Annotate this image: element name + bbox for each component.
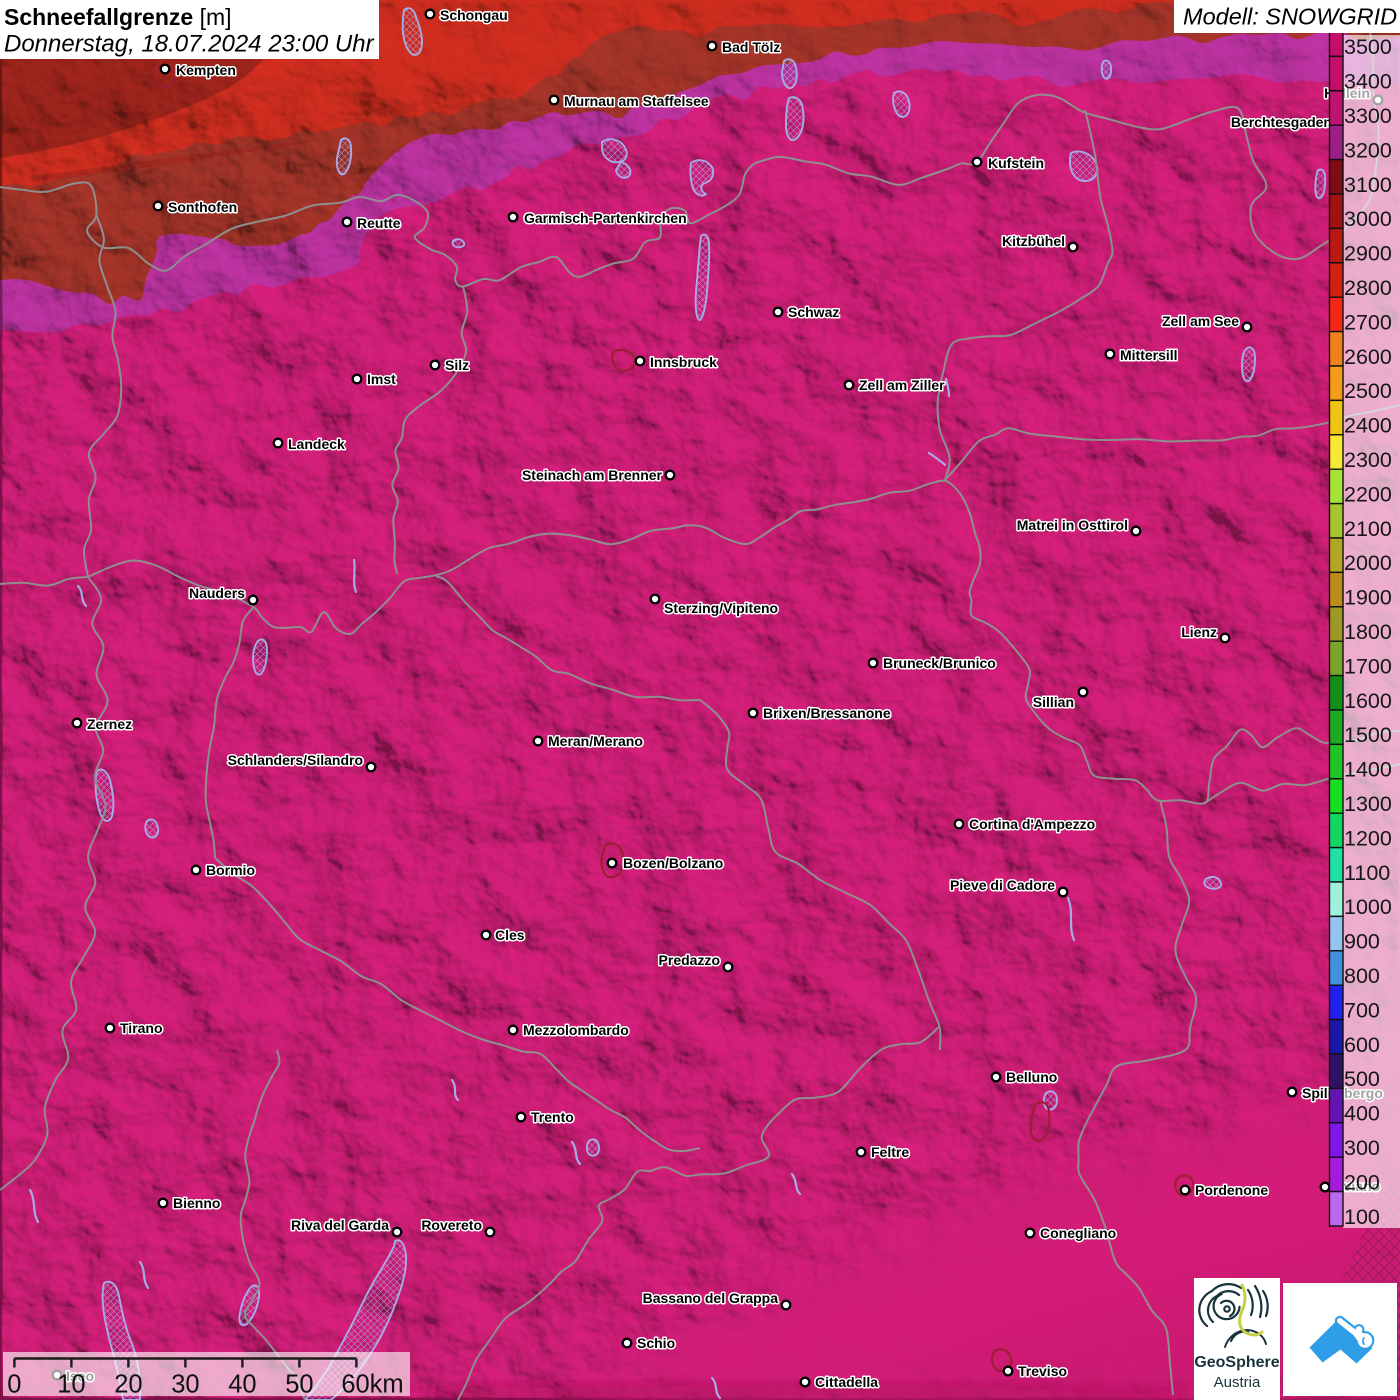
svg-text:Cles: Cles bbox=[495, 927, 525, 943]
svg-text:1100: 1100 bbox=[1344, 861, 1390, 885]
svg-text:2900: 2900 bbox=[1344, 242, 1392, 266]
svg-text:Bienno: Bienno bbox=[173, 1195, 220, 1211]
svg-text:Garmisch-Partenkirchen: Garmisch-Partenkirchen bbox=[524, 210, 687, 226]
svg-text:1200: 1200 bbox=[1344, 826, 1392, 850]
svg-text:Silz: Silz bbox=[445, 357, 469, 373]
svg-text:Kempten: Kempten bbox=[176, 62, 236, 78]
svg-text:Nauders: Nauders bbox=[189, 585, 245, 601]
svg-text:Bozen/Bolzano: Bozen/Bolzano bbox=[623, 855, 723, 871]
svg-text:2100: 2100 bbox=[1344, 517, 1392, 541]
svg-text:60km: 60km bbox=[341, 1371, 403, 1399]
svg-text:Schwaz: Schwaz bbox=[788, 304, 839, 320]
svg-text:Matrei in Osttirol: Matrei in Osttirol bbox=[1017, 517, 1128, 533]
svg-text:Sillian: Sillian bbox=[1033, 694, 1074, 710]
svg-text:Schneefallgrenze [m]: Schneefallgrenze [m] bbox=[4, 4, 232, 30]
svg-text:2600: 2600 bbox=[1344, 345, 1392, 369]
svg-text:Predazzo: Predazzo bbox=[659, 952, 720, 968]
svg-text:Sonthofen: Sonthofen bbox=[168, 199, 237, 215]
svg-text:Sterzing/Vipiteno: Sterzing/Vipiteno bbox=[664, 600, 778, 616]
svg-text:Brixen/Bressanone: Brixen/Bressanone bbox=[763, 705, 891, 721]
svg-text:Schlanders/Silandro: Schlanders/Silandro bbox=[228, 752, 363, 768]
svg-text:3300: 3300 bbox=[1344, 104, 1392, 128]
svg-text:Kufstein: Kufstein bbox=[988, 155, 1044, 171]
svg-text:40: 40 bbox=[228, 1371, 256, 1399]
svg-text:100: 100 bbox=[1344, 1205, 1380, 1229]
svg-text:Zernez: Zernez bbox=[87, 716, 132, 732]
svg-text:2800: 2800 bbox=[1344, 276, 1392, 300]
svg-text:30: 30 bbox=[171, 1371, 199, 1399]
svg-text:Tirano: Tirano bbox=[120, 1020, 163, 1036]
svg-text:2400: 2400 bbox=[1344, 414, 1392, 438]
svg-text:1800: 1800 bbox=[1344, 620, 1392, 644]
svg-text:3000: 3000 bbox=[1344, 207, 1392, 231]
svg-text:Bruneck/Brunico: Bruneck/Brunico bbox=[883, 655, 996, 671]
svg-text:Feltre: Feltre bbox=[871, 1144, 909, 1160]
svg-text:Rovereto: Rovereto bbox=[421, 1217, 482, 1233]
svg-text:1700: 1700 bbox=[1344, 654, 1392, 678]
svg-text:Cortina d'Ampezzo: Cortina d'Ampezzo bbox=[969, 816, 1095, 832]
svg-text:2000: 2000 bbox=[1344, 551, 1392, 575]
svg-text:Murnau am Staffelsee: Murnau am Staffelsee bbox=[564, 93, 709, 109]
svg-text:2200: 2200 bbox=[1344, 482, 1392, 506]
svg-text:600: 600 bbox=[1344, 1033, 1380, 1057]
svg-text:2300: 2300 bbox=[1344, 448, 1392, 472]
svg-text:3100: 3100 bbox=[1344, 173, 1392, 197]
svg-text:GeoSphere: GeoSphere bbox=[1194, 1354, 1279, 1371]
svg-text:Innsbruck: Innsbruck bbox=[650, 354, 717, 370]
svg-text:Kitzbühel: Kitzbühel bbox=[1002, 233, 1065, 249]
svg-text:Donnerstag, 18.07.2024 23:00 U: Donnerstag, 18.07.2024 23:00 Uhr bbox=[4, 31, 375, 58]
svg-text:Belluno: Belluno bbox=[1006, 1069, 1057, 1085]
svg-text:Pieve di Cadore: Pieve di Cadore bbox=[950, 877, 1055, 893]
svg-text:Cittadella: Cittadella bbox=[815, 1374, 878, 1390]
svg-text:Lienz: Lienz bbox=[1181, 624, 1217, 640]
svg-text:1300: 1300 bbox=[1344, 792, 1392, 816]
svg-text:Bassano del Grappa: Bassano del Grappa bbox=[643, 1290, 779, 1306]
svg-text:900: 900 bbox=[1344, 930, 1380, 954]
svg-text:1600: 1600 bbox=[1344, 689, 1392, 713]
svg-text:Schongau: Schongau bbox=[440, 7, 508, 23]
svg-text:Reutte: Reutte bbox=[357, 215, 401, 231]
svg-text:300: 300 bbox=[1344, 1136, 1380, 1160]
svg-text:0: 0 bbox=[7, 1371, 21, 1399]
svg-text:400: 400 bbox=[1344, 1102, 1380, 1126]
svg-text:2500: 2500 bbox=[1344, 379, 1392, 403]
svg-text:1400: 1400 bbox=[1344, 758, 1392, 782]
svg-text:Treviso: Treviso bbox=[1018, 1363, 1067, 1379]
svg-text:3500: 3500 bbox=[1344, 35, 1392, 59]
svg-text:Zell am See: Zell am See bbox=[1162, 313, 1239, 329]
svg-text:Imst: Imst bbox=[367, 371, 396, 387]
svg-text:Landeck: Landeck bbox=[288, 436, 345, 452]
svg-text:Bad Tölz: Bad Tölz bbox=[722, 39, 780, 55]
svg-text:1900: 1900 bbox=[1344, 586, 1392, 610]
svg-text:Trento: Trento bbox=[531, 1109, 574, 1125]
svg-text:1500: 1500 bbox=[1344, 723, 1392, 747]
svg-text:Mittersill: Mittersill bbox=[1120, 347, 1178, 363]
svg-text:700: 700 bbox=[1344, 998, 1380, 1022]
svg-text:Bormio: Bormio bbox=[206, 862, 255, 878]
svg-text:Berchtesgaden: Berchtesgaden bbox=[1231, 114, 1332, 130]
svg-text:10: 10 bbox=[57, 1371, 85, 1399]
svg-text:Schio: Schio bbox=[637, 1335, 675, 1351]
svg-text:Modell: SNOWGRID: Modell: SNOWGRID bbox=[1183, 4, 1397, 30]
svg-text:800: 800 bbox=[1344, 964, 1380, 988]
svg-text:200: 200 bbox=[1344, 1170, 1380, 1194]
svg-text:Conegliano: Conegliano bbox=[1040, 1225, 1116, 1241]
svg-text:Zell am Ziller: Zell am Ziller bbox=[859, 377, 945, 393]
svg-text:2700: 2700 bbox=[1344, 310, 1392, 334]
svg-text:Pordenone: Pordenone bbox=[1195, 1182, 1268, 1198]
svg-text:Steinach am Brenner: Steinach am Brenner bbox=[522, 467, 663, 483]
svg-text:3200: 3200 bbox=[1344, 138, 1392, 162]
svg-text:50: 50 bbox=[285, 1371, 313, 1399]
svg-text:3400: 3400 bbox=[1344, 70, 1392, 94]
svg-text:20: 20 bbox=[114, 1371, 142, 1399]
svg-text:500: 500 bbox=[1344, 1067, 1380, 1091]
svg-text:Mezzolombardo: Mezzolombardo bbox=[523, 1022, 629, 1038]
svg-text:Austria: Austria bbox=[1214, 1374, 1261, 1391]
svg-text:Riva del Garda: Riva del Garda bbox=[291, 1217, 389, 1233]
svg-text:1000: 1000 bbox=[1344, 895, 1392, 919]
svg-text:Meran/Merano: Meran/Merano bbox=[548, 733, 643, 749]
